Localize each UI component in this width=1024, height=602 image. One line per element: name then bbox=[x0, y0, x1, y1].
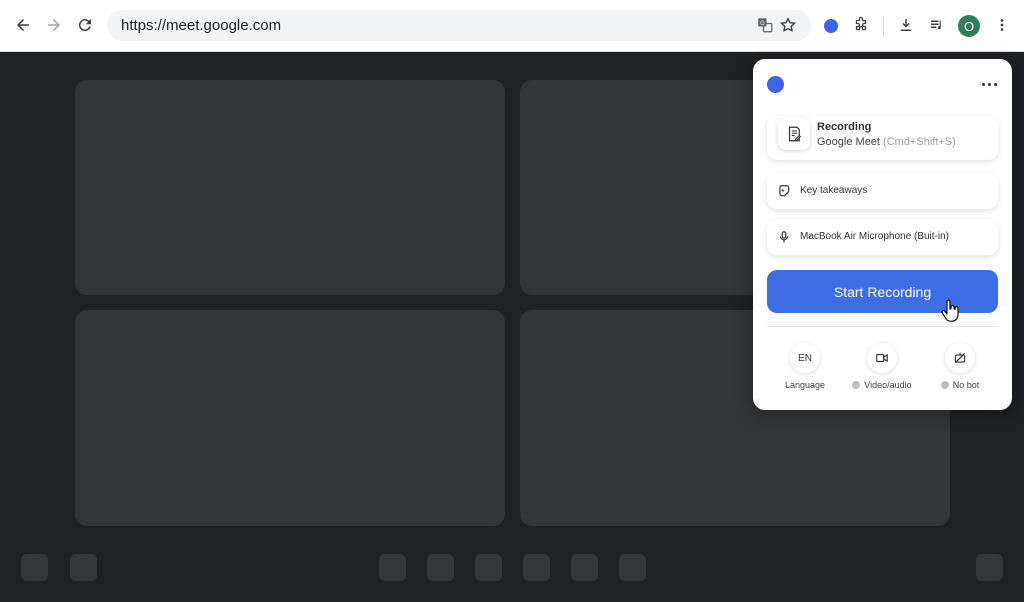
language-button[interactable]: EN bbox=[790, 343, 820, 373]
sparkle-icon bbox=[777, 184, 791, 198]
address-bar[interactable]: https://meet.google.com G bbox=[107, 10, 811, 41]
extension-dot-icon[interactable] bbox=[824, 19, 838, 33]
back-icon[interactable] bbox=[10, 12, 36, 38]
profile-initial: O bbox=[963, 18, 975, 34]
profile-avatar[interactable]: O bbox=[958, 15, 980, 37]
info-icon bbox=[852, 381, 861, 389]
video-tile bbox=[75, 80, 505, 295]
language-option[interactable]: EN Language bbox=[770, 343, 840, 393]
puzzle-icon[interactable] bbox=[848, 12, 874, 38]
forward-icon[interactable] bbox=[41, 12, 67, 38]
kebab-menu-icon[interactable] bbox=[989, 12, 1015, 38]
meet-control-button[interactable] bbox=[619, 554, 646, 581]
media-queue-icon[interactable] bbox=[924, 12, 950, 38]
recording-source: Google Meet (Cmd+Shift+S) bbox=[817, 136, 956, 148]
video-audio-label: Video/audio bbox=[864, 380, 912, 390]
toolbar-divider bbox=[883, 16, 884, 36]
microphone-label: MacBook Air Microphone (Buit-in) bbox=[800, 231, 949, 242]
reload-icon[interactable] bbox=[72, 12, 98, 38]
recording-title: Recording bbox=[817, 121, 872, 133]
meet-control-button[interactable] bbox=[475, 554, 502, 581]
recording-shortcut: (Cmd+Shift+S) bbox=[883, 136, 956, 148]
key-takeaways-label: Key takeaways bbox=[800, 185, 868, 196]
meet-control-button[interactable] bbox=[976, 554, 1003, 581]
download-icon[interactable] bbox=[893, 12, 919, 38]
popup-divider bbox=[767, 326, 998, 327]
meet-control-button[interactable] bbox=[571, 554, 598, 581]
info-icon bbox=[940, 381, 949, 389]
svg-text:G: G bbox=[760, 21, 765, 27]
notes-icon bbox=[778, 118, 810, 150]
key-takeaways-card[interactable]: Key takeaways bbox=[767, 173, 998, 209]
language-code: EN bbox=[798, 352, 812, 364]
language-label: Language bbox=[784, 380, 826, 390]
star-icon[interactable] bbox=[775, 12, 801, 38]
recorder-popup: Recording Google Meet (Cmd+Shift+S) Key … bbox=[753, 59, 1012, 410]
video-camera-icon[interactable] bbox=[867, 343, 897, 373]
more-options-icon[interactable] bbox=[978, 75, 1000, 93]
app-logo-icon bbox=[767, 76, 784, 93]
browser-toolbar: https://meet.google.com G O bbox=[0, 0, 1024, 52]
microphone-select[interactable]: MacBook Air Microphone (Buit-in) bbox=[767, 219, 998, 255]
url-text: https://meet.google.com bbox=[121, 17, 282, 34]
start-recording-button[interactable]: Start Recording bbox=[767, 270, 998, 313]
hand-cursor-icon bbox=[941, 299, 959, 322]
meet-control-button[interactable] bbox=[70, 554, 97, 581]
meet-control-button[interactable] bbox=[427, 554, 454, 581]
meet-control-button[interactable] bbox=[379, 554, 406, 581]
no-bot-option[interactable]: No bot bbox=[925, 343, 995, 393]
recording-app-name: Google Meet bbox=[817, 136, 880, 148]
meet-control-button[interactable] bbox=[523, 554, 550, 581]
no-bot-icon[interactable] bbox=[945, 343, 975, 373]
no-bot-label: No bot bbox=[952, 380, 980, 390]
video-audio-option[interactable]: Video/audio bbox=[847, 343, 917, 393]
meet-control-button[interactable] bbox=[21, 554, 48, 581]
video-tile bbox=[75, 310, 505, 526]
microphone-icon bbox=[777, 230, 791, 244]
recording-target-card[interactable]: Recording Google Meet (Cmd+Shift+S) bbox=[767, 116, 998, 160]
